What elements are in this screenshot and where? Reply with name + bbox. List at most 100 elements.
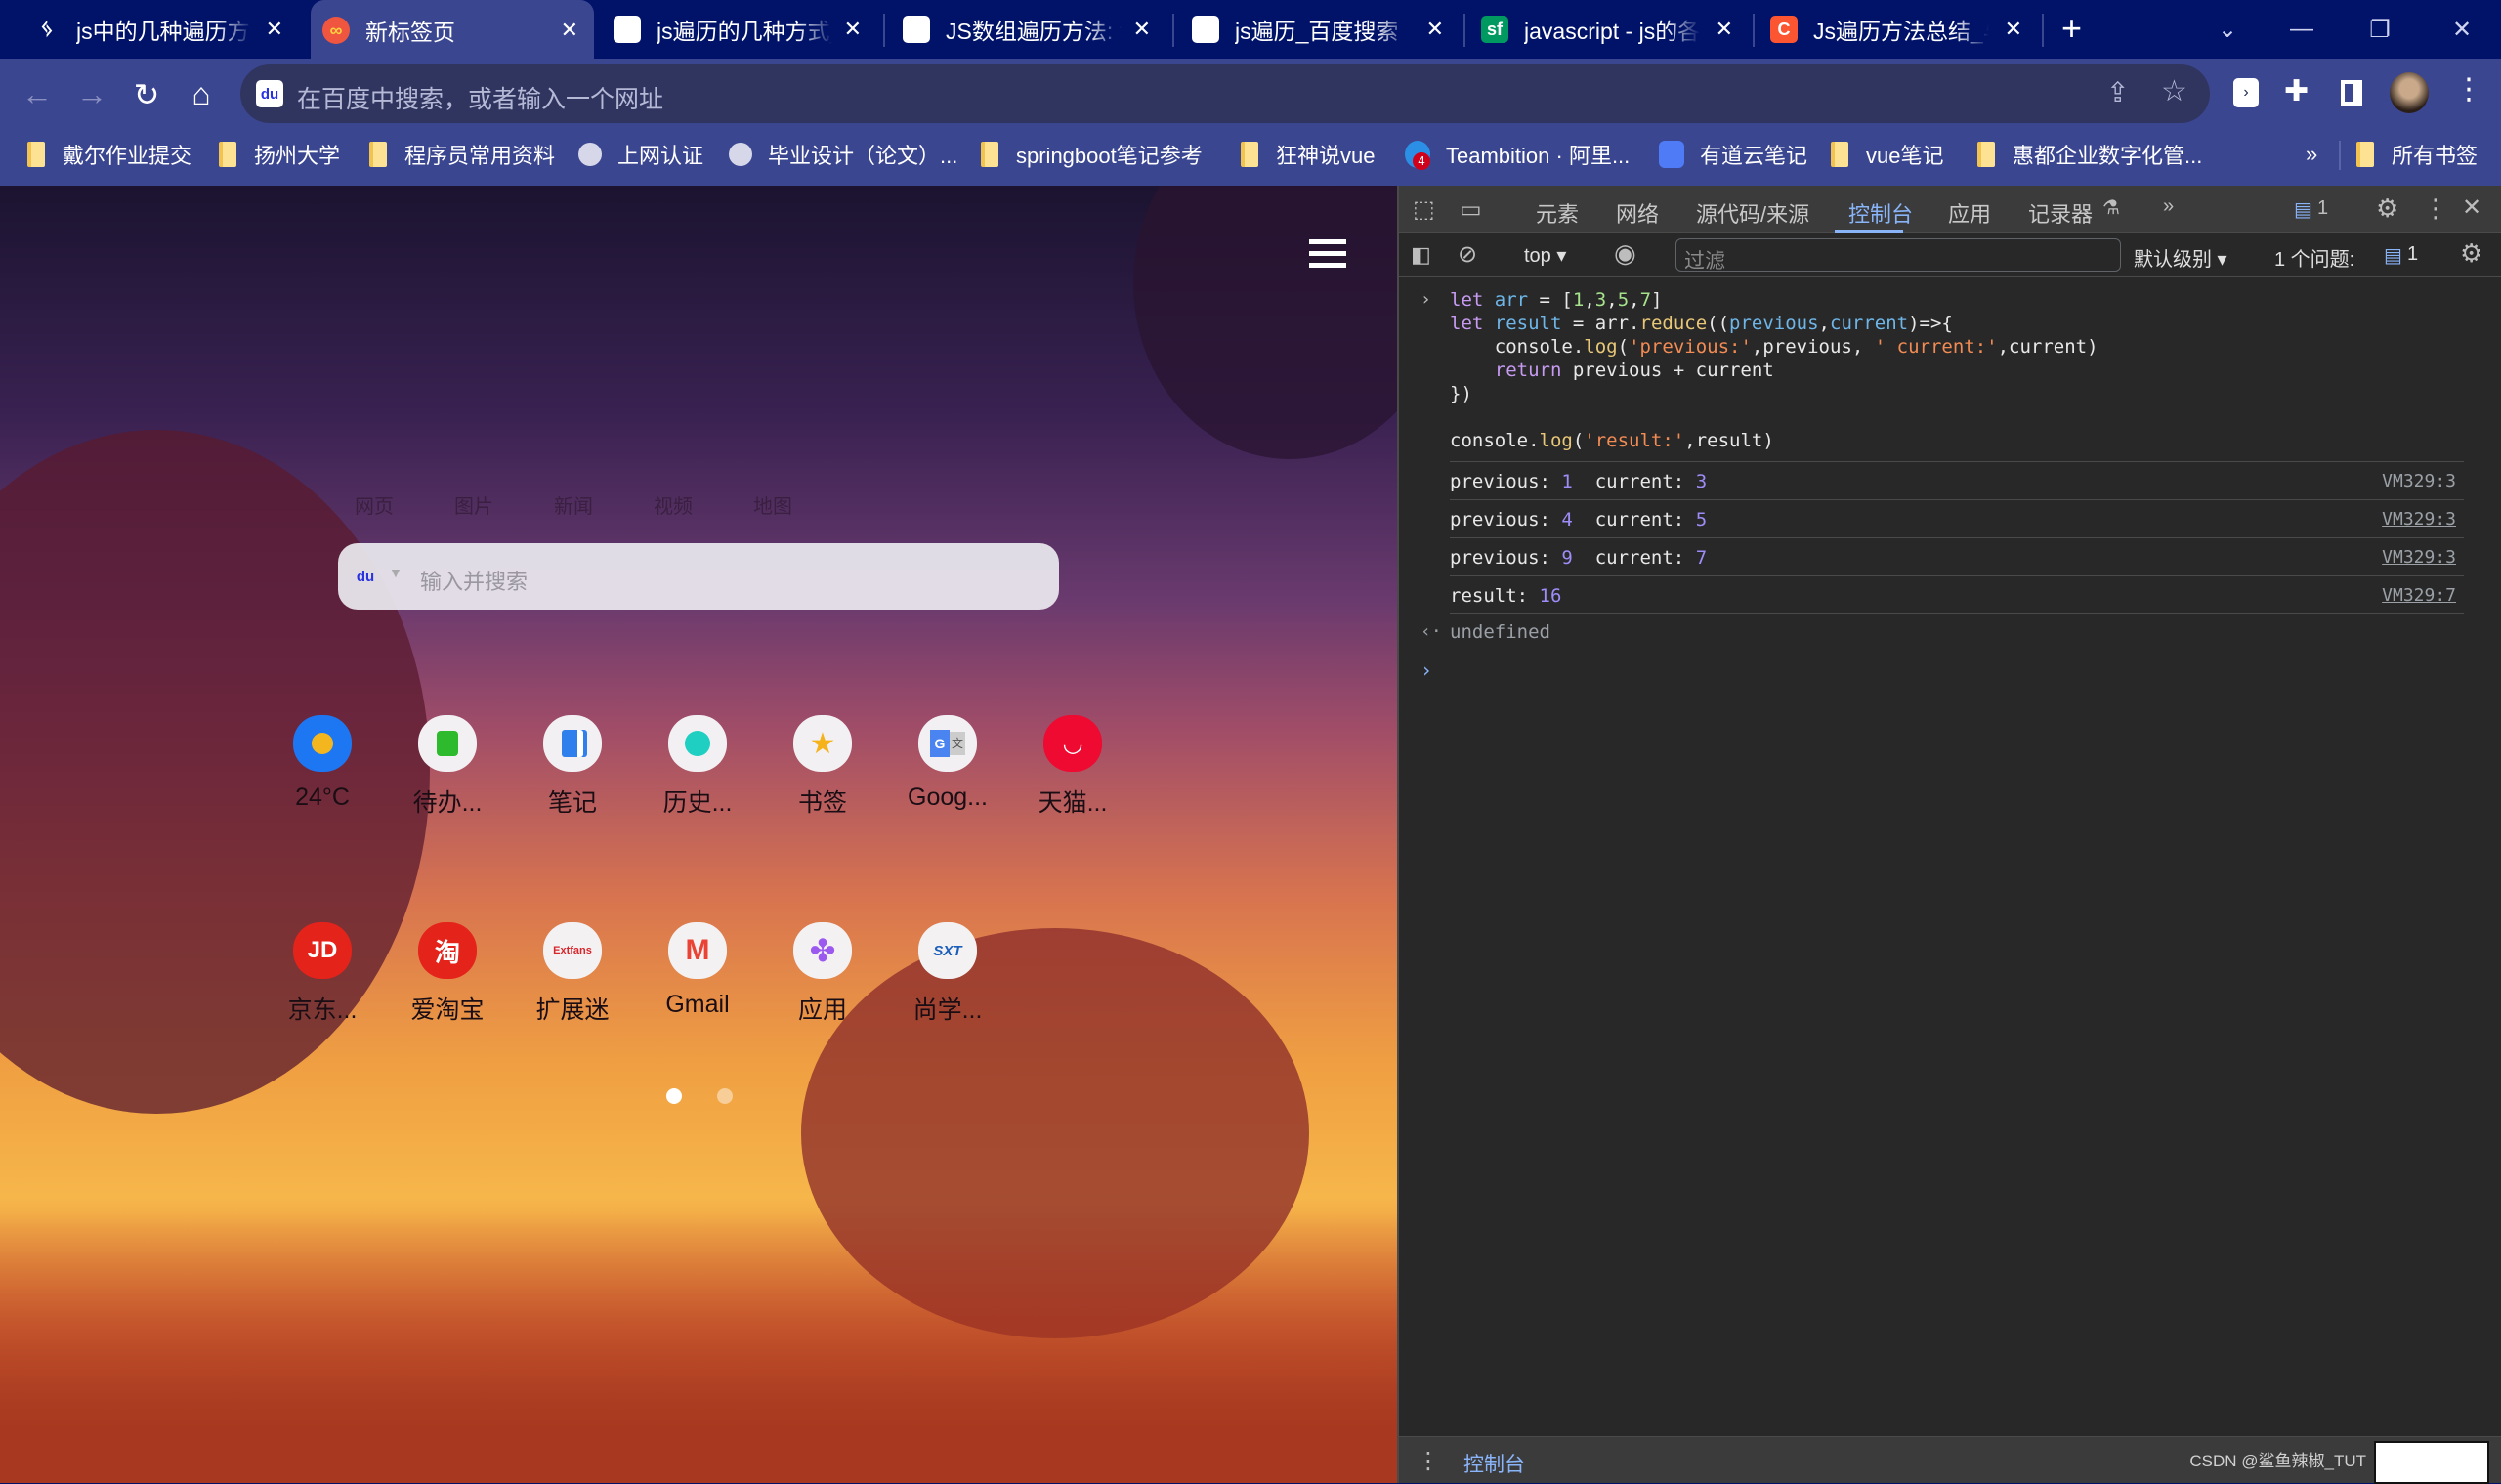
shortcut-bookmarks[interactable]: ★ 书签 — [769, 715, 876, 819]
search-tab-video[interactable]: 视频 — [623, 490, 723, 519]
source-link[interactable]: VM329:7 — [2382, 585, 2456, 606]
console-prompt-input[interactable]: › — [1420, 658, 1432, 682]
tab-1-active[interactable]: ∞ 新标签页 ✕ — [311, 0, 594, 61]
bookmark-4[interactable]: 毕业设计（论文）... — [729, 135, 957, 174]
shortcut-tmall[interactable]: ◡ 天猫... — [1019, 715, 1126, 819]
bookmark-2[interactable]: 程序员常用资料 — [369, 135, 555, 174]
close-window-button[interactable]: ✕ — [2423, 0, 2501, 59]
settings-gear-icon[interactable]: ⚙ — [2376, 193, 2398, 224]
bookmarks-overflow-button[interactable]: » — [2306, 135, 2317, 174]
shortcut-history[interactable]: 历史... — [644, 715, 751, 819]
live-expression-eye-icon[interactable]: ◉ — [1614, 238, 1636, 269]
close-tab-icon[interactable]: ✕ — [1426, 17, 1444, 42]
tab-5[interactable]: sf javascript - js的各 ✕ — [1481, 0, 1749, 59]
search-tab-images[interactable]: 图片 — [424, 490, 524, 519]
all-bookmarks[interactable]: 所有书签 — [2356, 135, 2478, 174]
drawer-menu-icon[interactable]: ⋮ — [1417, 1447, 1440, 1475]
restore-button[interactable]: ❐ — [2341, 0, 2419, 59]
close-devtools-icon[interactable]: ✕ — [2462, 193, 2481, 222]
reload-button[interactable]: ↻ — [125, 76, 168, 113]
bookmark-1[interactable]: 扬州大学 — [219, 135, 340, 174]
close-tab-icon[interactable]: ✕ — [2005, 17, 2022, 42]
devtools-tab-console[interactable]: 控制台 — [1848, 197, 1913, 229]
side-panel-icon[interactable] — [2341, 80, 2362, 106]
issues-count[interactable]: 1 — [2317, 197, 2328, 220]
close-tab-icon[interactable]: ✕ — [1133, 17, 1151, 42]
issues-count[interactable]: 1 — [2407, 243, 2418, 266]
browser-menu-icon[interactable]: ⋮ — [2454, 72, 2483, 106]
tab-2[interactable]: du js遍历的几种方式_j ✕ — [614, 0, 877, 59]
bookmark-star-icon[interactable]: ☆ — [2161, 74, 2187, 108]
shortcut-jd[interactable]: JD 京东... — [269, 922, 376, 1026]
tab-search-button[interactable]: ⌄ — [2188, 0, 2267, 59]
search-tab-news[interactable]: 新闻 — [524, 490, 623, 519]
context-selector[interactable]: top ▾ — [1524, 243, 1566, 268]
bookmark-9[interactable]: vue笔记 — [1831, 135, 1943, 174]
bookmark-6[interactable]: 狂神说vue — [1241, 135, 1375, 174]
tab-6[interactable]: C Js遍历方法总结_与 ✕ — [1770, 0, 2038, 59]
shortcut-apps[interactable]: ✤ 应用 — [769, 922, 876, 1026]
devtools-tab-recorder[interactable]: 记录器 — [2028, 197, 2093, 229]
forward-button[interactable]: → — [70, 76, 113, 112]
console-settings-gear-icon[interactable]: ⚙ — [2460, 238, 2482, 269]
extension-icon[interactable]: › — [2233, 78, 2259, 107]
more-options-icon[interactable]: ⋮ — [2423, 193, 2448, 224]
shortcut-todo[interactable]: 待办... — [394, 715, 501, 819]
page-dot[interactable] — [717, 1088, 733, 1104]
shortcut-google-translate[interactable]: G文 Goog... — [894, 715, 1001, 812]
bookmark-8[interactable]: 有道云笔记 — [1659, 135, 1807, 174]
devtools-tab-application[interactable]: 应用 — [1948, 197, 1991, 229]
newtab-search-input[interactable]: du ▼ 输入并搜索 — [338, 543, 1059, 610]
bookmark-0[interactable]: 戴尔作业提交 — [27, 135, 191, 174]
share-icon[interactable]: ⇪ — [2106, 76, 2129, 108]
issues-message-icon[interactable]: ▤ — [2294, 197, 2312, 222]
drawer-tab-console[interactable]: 控制台 — [1463, 1449, 1525, 1478]
new-tab-button[interactable]: + — [2061, 8, 2082, 49]
clear-console-icon[interactable]: ⊘ — [1458, 240, 1477, 269]
source-link[interactable]: VM329:3 — [2382, 547, 2456, 568]
shortcut-extfans[interactable]: Extfans 扩展迷 — [519, 922, 626, 1026]
close-tab-icon[interactable]: ✕ — [266, 17, 283, 42]
extensions-puzzle-icon[interactable]: ✚ — [2284, 74, 2309, 108]
more-tabs-button[interactable]: » — [2163, 195, 2174, 218]
shortcut-sxt[interactable]: SXT 尚学... — [894, 922, 1001, 1026]
bookmark-10[interactable]: 惠都企业数字化管... — [1977, 135, 2202, 174]
shortcut-notes[interactable]: 笔记 — [519, 715, 626, 819]
console-filter-input[interactable]: 过滤 — [1675, 238, 2121, 273]
profile-avatar[interactable] — [2390, 72, 2429, 113]
menu-hamburger-icon[interactable] — [1309, 233, 1346, 275]
tab-3[interactable]: du JS数组遍历方法: f ✕ — [903, 0, 1166, 59]
devtools-tab-sources[interactable]: 源代码/来源 — [1696, 197, 1809, 229]
close-tab-icon[interactable]: ✕ — [1716, 17, 1733, 42]
address-bar-end[interactable] — [1233, 64, 2210, 123]
devtools-tab-network[interactable]: 网络 — [1616, 197, 1659, 229]
issues-message-icon[interactable]: ▤ — [2384, 243, 2402, 268]
bookmark-7[interactable]: 4 Teambition · 阿里... — [1405, 135, 1630, 174]
bookmark-5[interactable]: springboot笔记参考 — [981, 135, 1203, 174]
baidu-engine-icon[interactable]: du — [352, 563, 379, 590]
minimize-button[interactable]: — — [2263, 0, 2341, 59]
log-level-dropdown[interactable]: 默认级别 ▾ — [2134, 243, 2227, 272]
devtools-tab-elements[interactable]: 元素 — [1536, 197, 1579, 229]
page-dot-active[interactable] — [666, 1088, 682, 1104]
home-button[interactable]: ⌂ — [180, 76, 223, 112]
shortcut-weather[interactable]: 24°C — [269, 715, 376, 812]
search-tab-web[interactable]: 网页 — [324, 490, 424, 519]
bookmark-label: Teambition · 阿里... — [1446, 144, 1631, 168]
engine-dropdown-icon[interactable]: ▼ — [389, 565, 403, 580]
sidebar-toggle-icon[interactable]: ◧ — [1411, 242, 1431, 268]
search-tab-map[interactable]: 地图 — [723, 490, 823, 519]
close-tab-icon[interactable]: ✕ — [561, 18, 578, 43]
inspect-element-icon[interactable]: ⬚ — [1413, 195, 1435, 224]
shortcut-taobao[interactable]: 淘 爱淘宝 — [394, 922, 501, 1026]
source-link[interactable]: VM329:3 — [2382, 471, 2456, 491]
issues-label[interactable]: 1 个问题: — [2274, 243, 2354, 272]
back-button[interactable]: ← — [16, 76, 59, 112]
tab-4[interactable]: du js遍历_百度搜索 ✕ — [1192, 0, 1460, 59]
close-tab-icon[interactable]: ✕ — [844, 17, 862, 42]
bookmark-3[interactable]: 上网认证 — [578, 135, 703, 174]
device-toolbar-icon[interactable]: ▭ — [1460, 195, 1482, 224]
tab-0[interactable]: ᛃ js中的几种遍历方法 ✕ — [33, 0, 299, 59]
shortcut-gmail[interactable]: M Gmail — [644, 922, 751, 1019]
source-link[interactable]: VM329:3 — [2382, 509, 2456, 530]
